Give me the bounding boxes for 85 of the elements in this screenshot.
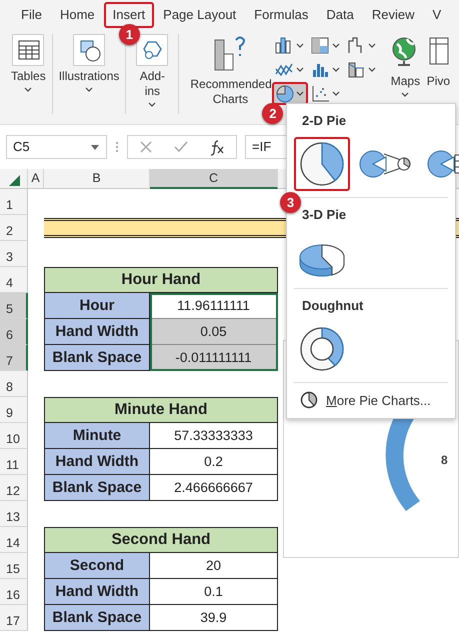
row-header[interactable]: 2 xyxy=(0,215,28,241)
row-header[interactable]: 17 xyxy=(0,605,28,631)
caret-icon xyxy=(24,87,32,93)
table-cell: 20 xyxy=(150,553,278,579)
ribbon-tab[interactable]: Page Layout xyxy=(154,2,246,28)
shapes-icon xyxy=(73,34,106,66)
row-label: Hand Width xyxy=(44,319,150,345)
row-header[interactable]: 7 xyxy=(0,345,28,371)
doughnut-chart-icon xyxy=(298,324,346,372)
row-header[interactable]: 12 xyxy=(0,475,28,501)
table-title: Second Hand xyxy=(44,527,278,553)
ribbon-tab[interactable]: Data xyxy=(317,2,363,28)
step-badge: 3 xyxy=(280,192,301,212)
tables-button[interactable]: Tables xyxy=(11,69,46,84)
row-header[interactable]: 8 xyxy=(0,371,28,397)
caret-icon xyxy=(332,90,340,96)
table-cell: 0.2 xyxy=(150,449,278,475)
row-header[interactable]: 13 xyxy=(0,501,28,527)
section-heading: 2-D Pie xyxy=(301,112,346,130)
ribbon-tab[interactable]: Formulas xyxy=(245,2,318,28)
table-title: Minute Hand xyxy=(44,397,278,423)
row-header[interactable]: 14 xyxy=(0,527,28,553)
chart-type-button[interactable] xyxy=(272,82,308,105)
pivot-button[interactable]: Pivo xyxy=(426,74,450,89)
table-title: Hour Hand xyxy=(44,267,278,293)
cell-reference: C5 xyxy=(13,138,30,156)
row-header[interactable]: 4 xyxy=(0,267,28,293)
name-box[interactable]: C5 xyxy=(6,135,107,159)
caret-icon xyxy=(85,87,94,93)
caret-icon xyxy=(332,42,340,48)
section-heading: Doughnut xyxy=(301,297,364,315)
row-header[interactable]: 1 xyxy=(0,189,28,215)
column-header[interactable]: B xyxy=(44,169,150,189)
treemap-icon xyxy=(311,36,332,55)
dropdown-icon xyxy=(90,143,100,151)
caret-icon xyxy=(148,102,156,108)
row-label: Hour xyxy=(44,293,150,319)
grip-icon xyxy=(115,140,119,154)
caret-icon xyxy=(296,66,304,72)
table-cell: 39.9 xyxy=(150,605,278,631)
maps-button[interactable]: Maps xyxy=(390,74,420,89)
row-label: Second xyxy=(44,553,150,579)
row-header[interactable]: 6 xyxy=(0,319,28,345)
ribbon-tab[interactable]: V xyxy=(423,2,450,28)
column-header[interactable]: A xyxy=(28,169,44,189)
check-icon xyxy=(174,140,188,154)
caret-icon xyxy=(368,66,376,72)
ribbon-tab[interactable]: Review xyxy=(362,2,424,28)
row-header[interactable]: 16 xyxy=(0,579,28,605)
table-cell: 0.05 xyxy=(150,319,278,345)
row-label: Hand Width xyxy=(44,579,150,605)
chart-option[interactable] xyxy=(294,136,350,190)
table-cell: 2.466666667 xyxy=(150,475,278,501)
row-header[interactable]: 3 xyxy=(0,241,28,267)
caret-icon xyxy=(296,42,304,48)
add-ins-button[interactable]: Add-ins xyxy=(132,69,172,99)
row-header[interactable]: 15 xyxy=(0,553,28,579)
row-header[interactable]: 9 xyxy=(0,397,28,423)
cancel-icon xyxy=(138,140,153,154)
chart-label: 8 xyxy=(441,452,448,469)
scatter-chart-icon xyxy=(311,84,332,103)
row-label: Blank Space xyxy=(44,345,150,371)
section-heading: 3-D Pie xyxy=(301,206,346,224)
ribbon-tab[interactable]: Home xyxy=(50,2,104,28)
pie-chart-icon xyxy=(298,140,346,188)
function-icon xyxy=(209,138,226,156)
caret-icon xyxy=(368,42,376,48)
table-cell: 0.1 xyxy=(150,579,278,605)
column-header[interactable]: C xyxy=(150,169,278,189)
ribbon-tab[interactable]: File xyxy=(12,2,51,28)
row-label: Hand Width xyxy=(44,449,150,475)
pie-chart-icon xyxy=(300,391,318,410)
table-icon xyxy=(12,34,44,66)
illustrations-button[interactable]: Illustrations xyxy=(58,69,120,84)
row-label: Minute xyxy=(44,423,150,449)
caret-icon xyxy=(332,66,340,72)
row-header[interactable]: 5 xyxy=(0,293,28,319)
row-label: Blank Space xyxy=(44,475,150,501)
row-header[interactable]: 10 xyxy=(0,423,28,449)
row-header[interactable]: 11 xyxy=(0,449,28,475)
caret-icon xyxy=(296,90,304,96)
row-label: Blank Space xyxy=(44,605,150,631)
more-charts-link[interactable]: More Pie Charts... xyxy=(294,382,437,418)
caret-icon xyxy=(401,92,410,98)
table-cell: 57.33333333 xyxy=(150,423,278,449)
